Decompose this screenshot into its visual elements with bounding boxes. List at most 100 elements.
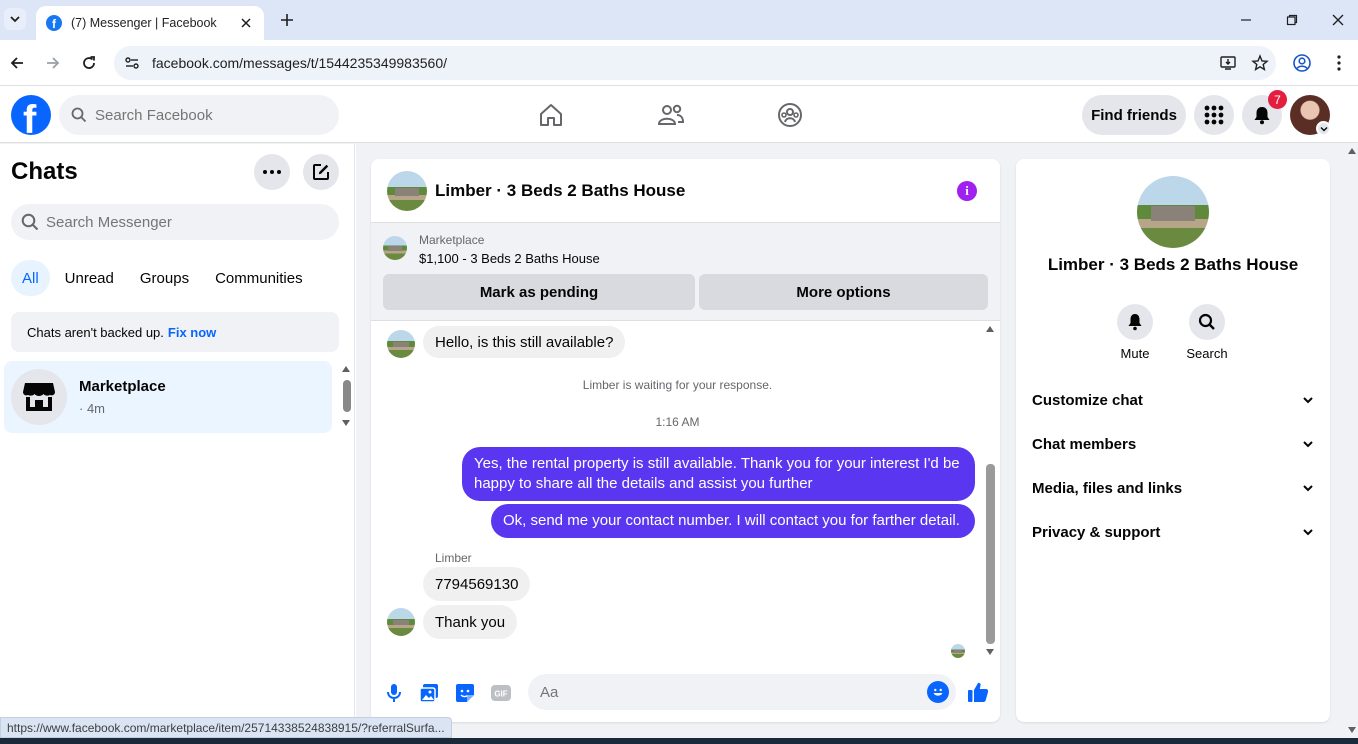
mute-label: Mute bbox=[1120, 346, 1150, 361]
privacy-support-section[interactable]: Privacy & support bbox=[1032, 520, 1314, 544]
profile-button[interactable] bbox=[1290, 51, 1314, 75]
sidebar-scrollbar-thumb[interactable] bbox=[343, 380, 351, 412]
messages-scroll-down-arrow[interactable] bbox=[986, 649, 994, 655]
browser-tab-messenger[interactable]: f (7) Messenger | Facebook bbox=[36, 6, 264, 40]
mute-button[interactable] bbox=[1117, 304, 1153, 340]
arrow-right-icon bbox=[47, 57, 60, 69]
conversation-title[interactable]: Limber · 3 Beds 2 Baths House bbox=[435, 181, 685, 201]
backup-notice: Chats aren't backed up. Fix now bbox=[11, 312, 339, 352]
facebook-logo-icon[interactable]: f bbox=[11, 95, 51, 135]
address-bar[interactable]: facebook.com/messages/t/1544235349983560… bbox=[114, 46, 1276, 80]
chevron-down-icon bbox=[1303, 441, 1313, 448]
new-tab-button[interactable] bbox=[276, 9, 298, 31]
sidebar-scroll-up-arrow[interactable] bbox=[342, 366, 350, 372]
message-input[interactable] bbox=[540, 683, 920, 701]
like-button[interactable] bbox=[966, 680, 990, 704]
voice-clip-button[interactable] bbox=[383, 682, 405, 704]
restore-button[interactable] bbox=[1277, 8, 1307, 32]
filter-communities[interactable]: Communities bbox=[204, 260, 314, 296]
details-name: Limber · 3 Beds 2 Baths House bbox=[1047, 255, 1299, 274]
media-files-links-section[interactable]: Media, files and links bbox=[1032, 476, 1314, 500]
sender-avatar[interactable] bbox=[387, 330, 415, 358]
reload-icon bbox=[83, 56, 95, 69]
messenger-search[interactable] bbox=[11, 204, 339, 240]
home-nav-button[interactable] bbox=[531, 97, 571, 133]
chevron-down-icon bbox=[1303, 397, 1313, 404]
forward-button[interactable] bbox=[41, 51, 65, 75]
groups-nav-button[interactable] bbox=[770, 97, 810, 133]
chats-sidebar: Chats All Unread Groups Communities Chat… bbox=[0, 144, 355, 744]
chat-item-name: Marketplace bbox=[79, 378, 166, 395]
search-label: Search bbox=[1186, 346, 1228, 361]
page-scroll-down-arrow[interactable] bbox=[1348, 727, 1356, 733]
messenger-search-input[interactable] bbox=[46, 213, 326, 231]
reload-button[interactable] bbox=[77, 51, 101, 75]
friends-nav-button[interactable] bbox=[651, 97, 691, 133]
marketplace-listing-bar: Marketplace $1,100 - 3 Beds 2 Baths Hous… bbox=[371, 223, 1000, 321]
new-message-button[interactable] bbox=[303, 154, 339, 190]
browser-menu-button[interactable] bbox=[1327, 51, 1351, 75]
fix-now-link[interactable]: Fix now bbox=[168, 325, 216, 340]
microphone-icon bbox=[387, 684, 401, 702]
chat-item-marketplace[interactable]: Marketplace · 4m bbox=[4, 361, 332, 433]
mute-action[interactable]: Mute bbox=[1105, 304, 1165, 361]
gif-button[interactable]: GIF bbox=[490, 682, 512, 704]
seen-indicator-avatar bbox=[951, 644, 965, 658]
marketplace-store-icon bbox=[11, 369, 67, 425]
facebook-search[interactable] bbox=[59, 95, 339, 135]
messages-scrollbar-thumb[interactable] bbox=[986, 464, 995, 644]
site-settings-icon[interactable] bbox=[122, 53, 142, 73]
more-options-button[interactable]: More options bbox=[699, 274, 988, 310]
listing-thumbnail[interactable] bbox=[383, 236, 407, 260]
search-in-conversation-button[interactable] bbox=[1189, 304, 1225, 340]
browser-tabstrip: f (7) Messenger | Facebook bbox=[0, 0, 1358, 40]
menu-button[interactable] bbox=[1194, 95, 1234, 135]
search-action[interactable]: Search bbox=[1177, 304, 1237, 361]
back-button[interactable] bbox=[5, 51, 29, 75]
tab-close-button[interactable] bbox=[238, 15, 254, 31]
close-window-button[interactable] bbox=[1323, 8, 1353, 32]
customize-chat-section[interactable]: Customize chat bbox=[1032, 388, 1314, 412]
chats-title: Chats bbox=[11, 158, 78, 185]
messages-scroll-up-arrow[interactable] bbox=[986, 326, 994, 332]
notification-count-badge: 7 bbox=[1268, 90, 1287, 109]
gif-icon: GIF bbox=[491, 685, 511, 701]
browser-toolbar: facebook.com/messages/t/1544235349983560… bbox=[0, 40, 1358, 86]
listing-title[interactable]: $1,100 - 3 Beds 2 Baths House bbox=[419, 251, 600, 266]
emoji-icon bbox=[933, 688, 943, 696]
attach-photo-button[interactable] bbox=[418, 682, 440, 704]
mark-as-pending-button[interactable]: Mark as pending bbox=[383, 274, 695, 310]
minimize-button[interactable] bbox=[1231, 8, 1261, 32]
search-icon bbox=[71, 107, 87, 123]
filter-unread[interactable]: Unread bbox=[54, 260, 125, 296]
chevron-down-icon bbox=[1320, 126, 1327, 131]
conversation-header: Limber · 3 Beds 2 Baths House i bbox=[371, 159, 1000, 223]
page-scroll-up-arrow[interactable] bbox=[1348, 148, 1356, 154]
facebook-search-input[interactable] bbox=[95, 106, 325, 124]
chat-members-section[interactable]: Chat members bbox=[1032, 432, 1314, 456]
chevron-down-icon bbox=[1303, 529, 1313, 536]
tab-list-button[interactable] bbox=[4, 8, 26, 30]
message-composer[interactable] bbox=[528, 674, 956, 710]
search-icon bbox=[21, 213, 39, 231]
kebab-menu-icon bbox=[1337, 55, 1341, 71]
chat-options-button[interactable] bbox=[254, 154, 290, 190]
emoji-button[interactable] bbox=[927, 681, 949, 703]
filter-groups[interactable]: Groups bbox=[129, 260, 200, 296]
install-app-button[interactable] bbox=[1212, 48, 1244, 78]
section-label: Media, files and links bbox=[1032, 479, 1183, 497]
conversation-info-icon[interactable]: i bbox=[957, 181, 977, 201]
sender-avatar[interactable] bbox=[387, 608, 415, 636]
conversation-avatar[interactable] bbox=[387, 171, 427, 211]
more-horizontal-icon bbox=[263, 170, 281, 174]
url-text[interactable]: facebook.com/messages/t/1544235349983560… bbox=[152, 55, 1212, 71]
sidebar-scroll-down-arrow[interactable] bbox=[342, 420, 350, 426]
find-friends-button[interactable]: Find friends bbox=[1082, 95, 1186, 135]
grid-menu-icon bbox=[1204, 105, 1224, 125]
bookmark-button[interactable] bbox=[1244, 48, 1276, 78]
facebook-header: f Find friends 7 bbox=[0, 87, 1358, 143]
details-avatar[interactable] bbox=[1137, 176, 1209, 248]
filter-all[interactable]: All bbox=[11, 260, 50, 296]
account-caret-button[interactable] bbox=[1316, 121, 1331, 136]
sticker-button[interactable] bbox=[454, 682, 476, 704]
